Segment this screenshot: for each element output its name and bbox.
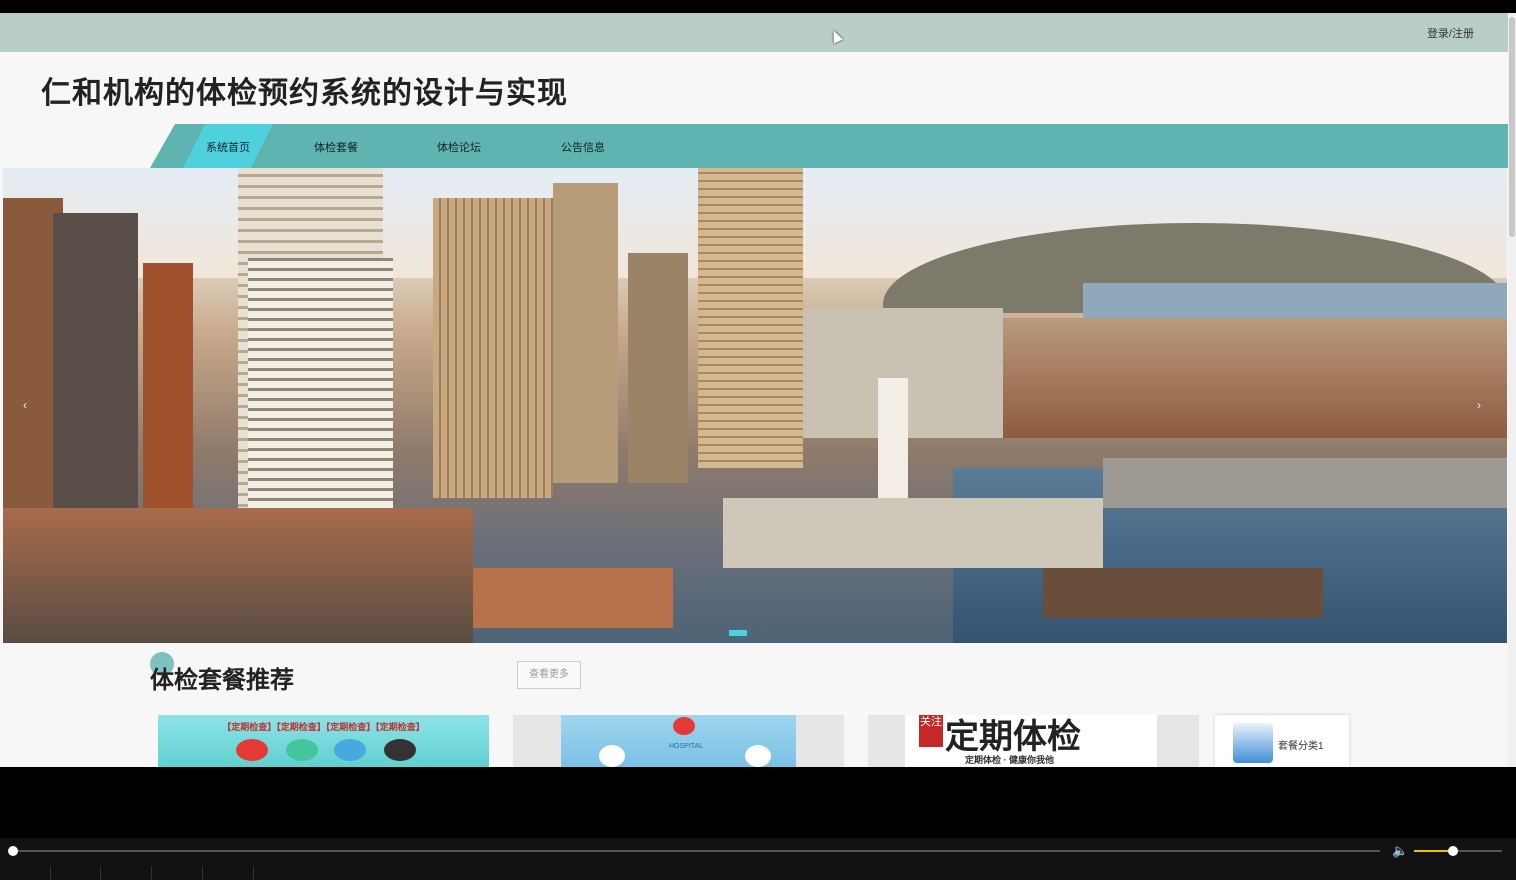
banner-bay: [1083, 283, 1507, 323]
login-register-link[interactable]: 登录/注册: [1427, 25, 1474, 41]
blood-drop-icon: [384, 739, 416, 761]
nav-left-edge: [0, 124, 175, 168]
banner-prev-arrow[interactable]: ‹: [23, 398, 27, 412]
webpage: 登录/注册 仁和机构的体检预约系统的设计与实现 系统首页 体检套餐 体检论坛 公…: [0, 13, 1508, 767]
package-card-2[interactable]: HOSPITAL: [561, 715, 796, 767]
card-big-title: 定期体检: [945, 717, 1081, 757]
card-subtitle: 定期体检 · 健康你我他: [965, 755, 1054, 765]
player-bottom-segment: [152, 866, 203, 880]
card-strip-text: 【定期检查】【定期检查】【定期检查】【定期检查】: [222, 722, 425, 732]
top-bar: 登录/注册: [0, 13, 1508, 52]
site-title: 仁和机构的体检预约系统的设计与实现: [41, 77, 568, 110]
main-nav: 系统首页 体检套餐 体检论坛 公告信息: [0, 124, 1508, 168]
player-bottom-segment: [101, 866, 152, 880]
banner-hill-houses: [1003, 318, 1507, 438]
banner-pier: [1043, 568, 1323, 618]
banner-building: [553, 183, 618, 483]
package-card-4[interactable]: 套餐分类1: [1215, 715, 1349, 767]
volume-slider-knob[interactable]: [1448, 846, 1458, 856]
heart-icon: [673, 717, 695, 735]
banner-building: [698, 168, 803, 468]
package-category-label: 套餐分类1: [1278, 741, 1324, 752]
banner-building: [433, 198, 553, 498]
player-bottom-segment: [203, 866, 254, 880]
nav-right-edge: [1332, 124, 1508, 168]
medical-kit-icon: [599, 745, 625, 767]
banner-pagination-dot[interactable]: [729, 630, 747, 636]
banner-tower: [878, 378, 908, 508]
package-card-3[interactable]: 关注 定期体检 定期体检 · 健康你我他: [905, 715, 1157, 767]
banner-pier-building: [723, 498, 1103, 568]
banner-building: [628, 253, 688, 483]
card-hospital-text: HOSPITAL: [669, 743, 704, 750]
scrollbar-thumb[interactable]: [1509, 17, 1515, 237]
page-scrollbar[interactable]: [1508, 13, 1516, 767]
medical-cross-icon: [236, 739, 268, 761]
banner-building: [473, 568, 673, 628]
player-bottom-segment: [0, 866, 51, 880]
nav-item-announcements[interactable]: 公告信息: [561, 139, 605, 155]
video-player-controls: 🔈: [0, 838, 1516, 880]
banner-pier: [1103, 458, 1507, 508]
playback-progress-bar[interactable]: [14, 850, 1380, 852]
banner-next-arrow[interactable]: ›: [1477, 398, 1481, 412]
package-thumbnail: [1233, 723, 1273, 763]
playback-progress-knob[interactable]: [8, 846, 18, 856]
player-bottom-strip: [0, 866, 1516, 880]
volume-slider[interactable]: [1414, 850, 1502, 852]
hero-banner-image: ‹ ›: [3, 168, 1507, 643]
health-icon: [286, 739, 318, 761]
card-red-tag: 关注: [919, 715, 943, 747]
package-card-1[interactable]: 【定期检查】【定期检查】【定期检查】【定期检查】: [158, 715, 489, 767]
view-more-button[interactable]: 查看更多: [517, 661, 581, 689]
nav-item-home[interactable]: 系统首页: [206, 139, 250, 155]
player-bottom-segment: [50, 866, 101, 880]
tooth-icon: [334, 739, 366, 761]
tooth-icon: [745, 745, 771, 767]
banner-lower-buildings: [3, 508, 473, 643]
volume-icon[interactable]: 🔈: [1392, 843, 1408, 859]
recommend-section-title: 体检套餐推荐: [150, 667, 294, 694]
nav-item-forum[interactable]: 体检论坛: [437, 139, 481, 155]
banner-building: [248, 258, 393, 548]
nav-item-packages[interactable]: 体检套餐: [314, 139, 358, 155]
